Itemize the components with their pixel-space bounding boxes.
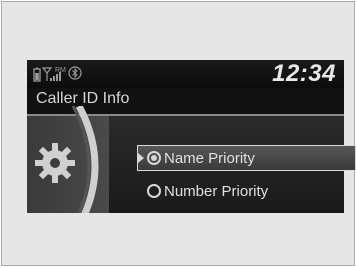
manual-figure-frame: RM 12:34 Caller ID Info Name Priority Nu… [1, 1, 356, 266]
radio-selected-icon [147, 151, 161, 165]
roam-indicator: RM [55, 67, 66, 74]
clock: 12:34 [272, 60, 336, 87]
menu-item-number-priority[interactable]: Number Priority [147, 178, 268, 204]
carousel-arc [71, 106, 99, 213]
menu-item-label: Name Priority [164, 149, 255, 167]
selection-pointer-icon [138, 153, 144, 163]
battery-icon [33, 67, 41, 82]
radio-unselected-icon [147, 184, 161, 198]
status-icons: RM [33, 66, 82, 82]
menu-item-name-priority[interactable]: Name Priority [137, 145, 356, 171]
bluetooth-icon [68, 66, 82, 80]
menu-item-label: Number Priority [164, 182, 269, 200]
status-bar: RM 12:34 [27, 60, 344, 88]
